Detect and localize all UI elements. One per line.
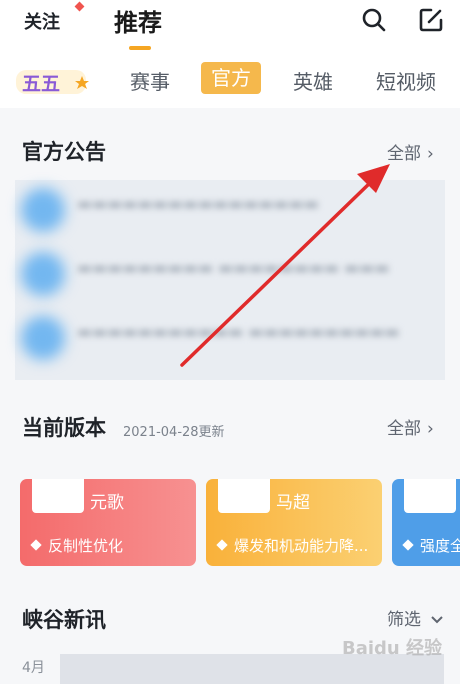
- hero-name: 马超: [276, 493, 310, 513]
- announcement-item[interactable]: ▬▬▬▬▬▬▬▬▬▬▬ ▬▬▬▬▬▬▬▬▬▬: [15, 308, 445, 368]
- announcement-icon: [21, 316, 65, 360]
- channel-bar: 五五 赛事 官方 英雄 短视频: [0, 56, 460, 108]
- tab-official[interactable]: 官方: [201, 62, 261, 94]
- news-filter-button[interactable]: 筛选: [387, 605, 444, 630]
- announcement-text-blurred: ▬▬▬▬▬▬▬▬▬ ▬▬▬▬▬▬▬▬ ▬▬▬: [77, 258, 390, 277]
- month-label: 4月: [22, 660, 45, 676]
- announcements-title: 官方公告: [22, 140, 106, 164]
- announcements-more-link[interactable]: 全部 ›: [387, 139, 434, 164]
- search-button[interactable]: [360, 6, 388, 34]
- hero-portrait: [32, 479, 84, 513]
- news-title: 峡谷新讯: [22, 608, 106, 632]
- chevron-right-icon: ›: [427, 419, 434, 439]
- hero-change-card[interactable]: 元歌 反制性优化: [20, 479, 196, 566]
- wuwu-logo[interactable]: 五五: [16, 68, 92, 100]
- announcement-text-blurred: ▬▬▬▬▬▬▬▬▬▬▬▬▬▬▬▬: [77, 194, 319, 213]
- version-more-link[interactable]: 全部 ›: [387, 414, 434, 439]
- hero-name: 元歌: [90, 493, 124, 513]
- announcement-text-blurred: ▬▬▬▬▬▬▬▬▬▬▬ ▬▬▬▬▬▬▬▬▬▬: [77, 322, 400, 341]
- top-nav: 关注 推荐: [0, 0, 460, 56]
- hero-portrait: [218, 479, 270, 513]
- hero-change-text: 爆发和机动能力降...: [234, 537, 369, 555]
- hero-change-text: 强度全: [420, 537, 460, 555]
- announcement-item[interactable]: ▬▬▬▬▬▬▬▬▬▬▬▬▬▬▬▬: [15, 180, 445, 240]
- chevron-down-icon: [431, 616, 444, 624]
- diamond-icon: [30, 539, 42, 551]
- search-icon: [362, 8, 386, 32]
- hero-change-card[interactable]: 强度全: [392, 479, 460, 566]
- filter-label: 筛选: [387, 610, 421, 630]
- edit-button[interactable]: [417, 6, 445, 34]
- active-tab-indicator: [129, 46, 151, 50]
- edit-icon: [419, 8, 443, 32]
- version-title: 当前版本: [22, 416, 106, 440]
- announcement-icon: [21, 188, 65, 232]
- hero-change-note: 爆发和机动能力降...: [216, 535, 369, 556]
- diamond-icon: [216, 539, 228, 551]
- notification-dot: [74, 1, 85, 12]
- tab-events[interactable]: 赛事: [130, 66, 170, 95]
- hero-change-note: 强度全: [402, 535, 460, 556]
- tab-follow[interactable]: 关注: [24, 8, 60, 34]
- svg-text:五五: 五五: [22, 73, 60, 95]
- diamond-icon: [402, 539, 414, 551]
- hero-change-card[interactable]: 马超 爆发和机动能力降...: [206, 479, 382, 566]
- more-label: 全部: [387, 419, 421, 439]
- tab-heroes[interactable]: 英雄: [293, 66, 333, 95]
- version-date: 2021-04-28更新: [123, 425, 225, 440]
- more-label: 全部: [387, 144, 421, 164]
- hero-portrait: [404, 479, 456, 513]
- chevron-right-icon: ›: [427, 144, 434, 164]
- baidu-watermark: Baidu 经验: [342, 638, 443, 659]
- hero-change-note: 反制性优化: [30, 535, 124, 556]
- tab-recommend[interactable]: 推荐: [114, 3, 162, 38]
- announcement-icon: [21, 252, 65, 296]
- announcement-item[interactable]: ▬▬▬▬▬▬▬▬▬ ▬▬▬▬▬▬▬▬ ▬▬▬: [15, 244, 445, 304]
- announcement-list: ▬▬▬▬▬▬▬▬▬▬▬▬▬▬▬▬ ▬▬▬▬▬▬▬▬▬ ▬▬▬▬▬▬▬▬ ▬▬▬ …: [15, 180, 445, 380]
- tab-short-video[interactable]: 短视频: [376, 66, 436, 95]
- hero-change-text: 反制性优化: [48, 537, 124, 555]
